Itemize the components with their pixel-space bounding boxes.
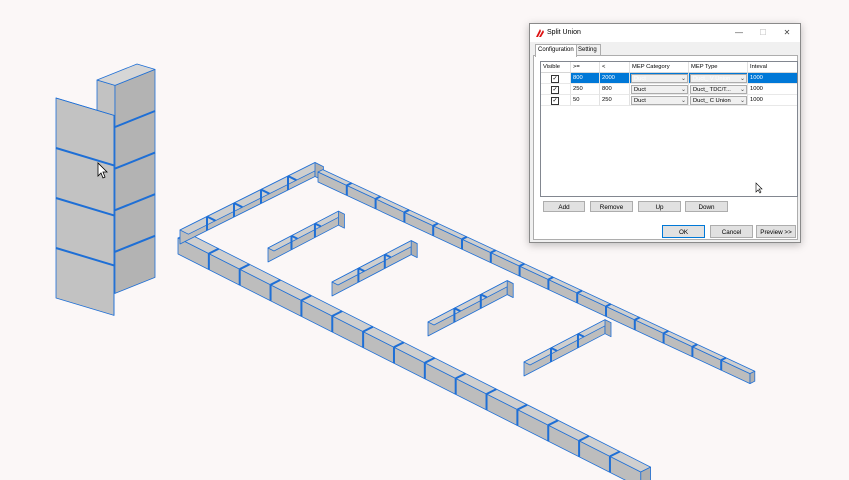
type-dropdown[interactable]: Duct_ V Union ⌄ xyxy=(690,74,747,83)
branch-1-end xyxy=(337,210,345,229)
column-header-mep-type[interactable]: MEP Type xyxy=(689,62,748,72)
category-dropdown[interactable]: Duct ⌄ xyxy=(631,85,688,94)
maximize-button[interactable]: ☐ xyxy=(754,26,772,40)
chevron-down-icon: ⌄ xyxy=(739,76,745,82)
app-logo-icon xyxy=(536,29,544,37)
interval-cell[interactable]: 1000 xyxy=(748,73,797,84)
branch-4-end xyxy=(604,319,612,338)
table-row[interactable]: ✓ 50 250 Duct ⌄ Duct_ C Union ⌄ 1000 xyxy=(541,95,797,106)
cancel-button[interactable]: Cancel xyxy=(710,225,753,238)
type-value: Duct_ C Union xyxy=(693,98,731,104)
ok-button[interactable]: OK xyxy=(662,225,705,238)
branch-3-top xyxy=(427,280,514,326)
type-value: Duct_ V Union xyxy=(693,76,731,82)
category-value: Duct xyxy=(634,98,646,104)
minimize-button[interactable]: — xyxy=(730,26,748,40)
type-cell: Duct_ V Union ⌄ xyxy=(689,73,748,84)
branch-4-top xyxy=(523,319,612,366)
down-button[interactable]: Down xyxy=(685,201,728,212)
type-cell: Duct_ TDC/T... ⌄ xyxy=(689,84,748,95)
chevron-down-icon: ⌄ xyxy=(680,98,686,104)
column-header-interval[interactable]: Inteval xyxy=(748,62,797,72)
interval-cell[interactable]: 1000 xyxy=(748,95,797,106)
type-dropdown[interactable]: Duct_ TDC/T... ⌄ xyxy=(690,85,747,94)
branch-2-top xyxy=(331,240,418,286)
interval-cell[interactable]: 1000 xyxy=(748,84,797,95)
max-cell[interactable]: 800 xyxy=(600,84,630,95)
add-button[interactable]: Add xyxy=(543,201,585,212)
split-union-dialog: Split Union — ☐ ✕ Configuration Setting … xyxy=(529,23,801,243)
configuration-panel: Visible >= < MEP Category MEP Type Intev… xyxy=(533,55,798,240)
upper-duct-top xyxy=(179,162,324,235)
preview-button[interactable]: Preview >> xyxy=(756,225,796,238)
visible-cell: ✓ xyxy=(541,73,571,84)
chevron-down-icon: ⌄ xyxy=(680,87,686,93)
branch-3-end xyxy=(506,280,514,299)
visible-checkbox[interactable]: ✓ xyxy=(551,75,559,83)
grid-header: Visible >= < MEP Category MEP Type Intev… xyxy=(541,62,797,73)
category-dropdown[interactable]: Duct ⌄ xyxy=(631,74,688,83)
max-cell[interactable]: 2000 xyxy=(600,73,630,84)
main-duct-side xyxy=(177,237,642,480)
riser-back-side xyxy=(114,69,156,294)
rear-duct-end xyxy=(749,370,756,385)
chevron-down-icon: ⌄ xyxy=(739,87,745,93)
column-header-visible[interactable]: Visible xyxy=(541,62,571,72)
category-value: Duct xyxy=(634,87,646,93)
min-cell[interactable]: 50 xyxy=(571,95,600,106)
category-cell: Duct ⌄ xyxy=(630,73,689,84)
branch-2-end xyxy=(410,240,418,259)
visible-checkbox[interactable]: ✓ xyxy=(551,86,559,94)
up-button[interactable]: Up xyxy=(638,201,681,212)
min-cell[interactable]: 250 xyxy=(571,84,600,95)
type-value: Duct_ TDC/T... xyxy=(693,87,731,93)
branch-1-top xyxy=(267,210,345,252)
split-rules-grid[interactable]: Visible >= < MEP Category MEP Type Intev… xyxy=(540,61,798,197)
mouse-cursor-icon xyxy=(755,182,763,194)
type-dropdown[interactable]: Duct_ C Union ⌄ xyxy=(690,96,747,105)
max-cell[interactable]: 250 xyxy=(600,95,630,106)
min-cell[interactable]: 800 xyxy=(571,73,600,84)
table-row[interactable]: ✓ 250 800 Duct ⌄ Duct_ TDC/T... ⌄ 1000 xyxy=(541,84,797,95)
remove-button[interactable]: Remove xyxy=(590,201,633,212)
category-dropdown[interactable]: Duct ⌄ xyxy=(631,96,688,105)
dialog-titlebar[interactable]: Split Union — ☐ ✕ xyxy=(530,24,800,42)
category-value: Duct xyxy=(634,76,646,82)
type-cell: Duct_ C Union ⌄ xyxy=(689,95,748,106)
close-button[interactable]: ✕ xyxy=(778,26,796,40)
visible-checkbox[interactable]: ✓ xyxy=(551,97,559,105)
column-header-max[interactable]: < xyxy=(600,62,630,72)
tab-configuration[interactable]: Configuration xyxy=(535,44,577,57)
column-header-mep-category[interactable]: MEP Category xyxy=(630,62,689,72)
chevron-down-icon: ⌄ xyxy=(680,76,686,82)
visible-cell: ✓ xyxy=(541,84,571,95)
visible-cell: ✓ xyxy=(541,95,571,106)
category-cell: Duct ⌄ xyxy=(630,95,689,106)
chevron-down-icon: ⌄ xyxy=(739,98,745,104)
column-header-min[interactable]: >= xyxy=(571,62,600,72)
main-duct-top xyxy=(177,232,651,473)
table-row[interactable]: ✓ 800 2000 Duct ⌄ Duct_ V Union ⌄ 1000 xyxy=(541,73,797,84)
dialog-title: Split Union xyxy=(547,29,581,36)
category-cell: Duct ⌄ xyxy=(630,84,689,95)
